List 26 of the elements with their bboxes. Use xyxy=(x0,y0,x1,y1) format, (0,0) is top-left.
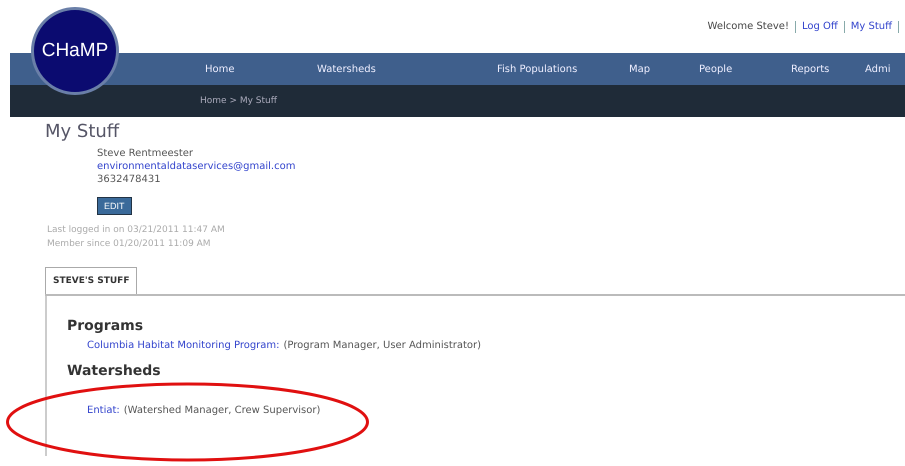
top-link[interactable]: My Stuff xyxy=(850,21,892,32)
member-since-text: Member since 01/20/2011 11:09 AM xyxy=(47,238,212,251)
last-login-text: Last logged in on 03/21/2011 11:47 AM xyxy=(47,224,226,237)
edit-button[interactable]: EDIT xyxy=(97,197,132,215)
nav-item[interactable]: Map xyxy=(629,64,699,74)
welcome-text: Welcome Steve! xyxy=(708,21,789,32)
tab[interactable]: STEVE'S STUFF xyxy=(45,267,138,294)
item-link[interactable]: Columbia Habitat Monitoring Program: xyxy=(87,340,280,351)
section-heading: Watersheds xyxy=(67,363,162,379)
nav-item[interactable]: People xyxy=(699,64,791,74)
nav-item[interactable]: Home xyxy=(205,64,317,74)
phone-number: 3632478431 xyxy=(97,174,162,185)
role-text: (Watershed Manager, Crew Supervisor) xyxy=(124,405,320,416)
item-link[interactable]: Entiat: xyxy=(87,405,120,416)
nav-item[interactable]: Reports xyxy=(791,64,865,74)
logo[interactable]: CHaMP xyxy=(31,7,119,95)
section-heading: Programs xyxy=(67,318,144,334)
nav-item[interactable]: Fish Populations xyxy=(497,64,629,74)
nav-item[interactable]: Watersheds xyxy=(317,64,497,74)
breadcrumb: Home > My Stuff xyxy=(200,96,277,106)
page-title: My Stuff xyxy=(45,121,120,142)
user-name: Steve Rentmeester xyxy=(97,148,194,159)
role-text: (Program Manager, User Administrator) xyxy=(284,340,482,351)
email-link[interactable]: environmentaldataservices@gmail.com xyxy=(97,161,905,172)
top-link[interactable]: Log Off xyxy=(802,21,838,32)
nav-item[interactable]: Admi xyxy=(865,64,905,74)
